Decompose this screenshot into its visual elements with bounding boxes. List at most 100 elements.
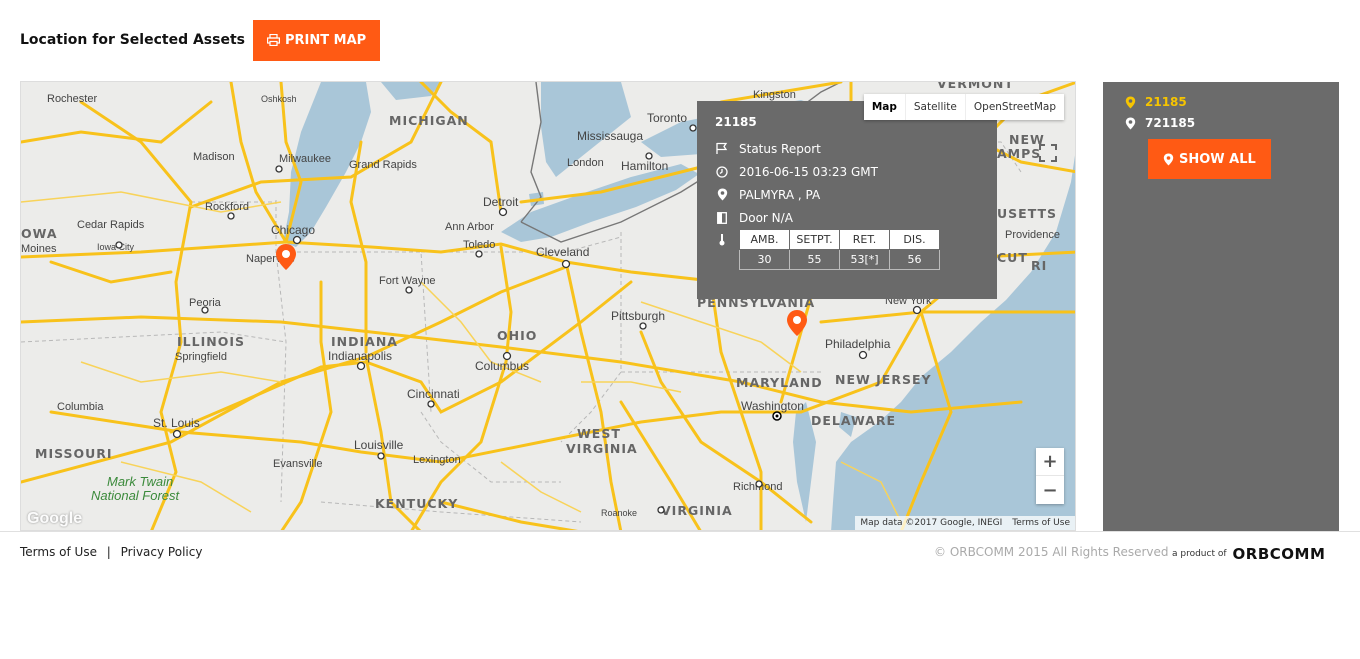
label-chicago: Chicago bbox=[271, 223, 315, 237]
label-rockford: Rockford bbox=[205, 201, 249, 213]
label-louisville: Louisville bbox=[354, 438, 404, 452]
washington-capital-dot bbox=[775, 414, 779, 418]
popup-event-row: Status Report bbox=[715, 137, 979, 160]
label-philadelphia: Philadelphia bbox=[825, 337, 891, 351]
terms-of-use-link[interactable]: Terms of Use bbox=[20, 545, 97, 559]
map-canvas[interactable]: Rochester Oshkosh Madison Milwaukee Gran… bbox=[20, 81, 1076, 531]
temperature-table: AMB. SETPT. RET. DIS. 30 55 53[*] 56 bbox=[739, 229, 940, 270]
label-maryland: MARYLAND bbox=[736, 375, 823, 390]
asset-item-21185[interactable]: 21185 bbox=[1125, 95, 1187, 109]
location-pin-icon bbox=[715, 188, 729, 201]
label-cincinnati: Cincinnati bbox=[407, 387, 460, 401]
popup-location: PALMYRA , PA bbox=[739, 187, 821, 202]
label-ann-arbor: Ann Arbor bbox=[445, 221, 494, 233]
asset-sidebar: 21185 721185 SHOW ALL bbox=[1103, 82, 1339, 531]
label-roanoke: Roanoke bbox=[601, 508, 637, 518]
door-icon bbox=[715, 211, 729, 224]
label-cedar-rapids: Cedar Rapids bbox=[77, 219, 145, 231]
label-ohio: OHIO bbox=[497, 328, 537, 343]
footer-links: Terms of Use | Privacy Policy bbox=[20, 545, 208, 559]
amb-header: AMB. bbox=[739, 229, 790, 250]
label-london: London bbox=[567, 157, 604, 169]
asset-marker-721185[interactable] bbox=[276, 244, 296, 270]
label-indianapolis: Indianapolis bbox=[328, 349, 392, 363]
ret-header: RET. bbox=[839, 229, 890, 250]
clock-icon bbox=[715, 165, 729, 178]
temperature-value-row: 30 55 53[*] 56 bbox=[739, 249, 940, 270]
map-type-openstreetmap[interactable]: OpenStreetMap bbox=[964, 94, 1064, 120]
label-kingston: Kingston bbox=[753, 89, 796, 101]
label-washington: Washington bbox=[741, 399, 804, 413]
dis-header: DIS. bbox=[889, 229, 940, 250]
label-mississauga: Mississauga bbox=[577, 129, 643, 143]
label-lexington: Lexington bbox=[413, 454, 461, 466]
setpt-value: 55 bbox=[789, 249, 840, 270]
location-pin-icon bbox=[1163, 153, 1174, 165]
map-attribution: Map data ©2017 Google, INEGI Terms of Us… bbox=[855, 516, 1075, 530]
label-springfield: Springfield bbox=[175, 351, 227, 363]
label-vermont: VERMONT bbox=[937, 82, 1014, 91]
label-new-jersey: NEW JERSEY bbox=[835, 372, 932, 387]
page-footer: Terms of Use | Privacy Policy © ORBCOMM … bbox=[0, 531, 1360, 571]
show-all-button[interactable]: SHOW ALL bbox=[1148, 139, 1271, 179]
show-all-label: SHOW ALL bbox=[1179, 151, 1256, 167]
amb-value: 30 bbox=[739, 249, 790, 270]
popup-timestamp: 2016-06-15 03:23 GMT bbox=[739, 164, 878, 179]
ret-value: 53[*] bbox=[839, 249, 890, 270]
fullscreen-icon[interactable] bbox=[1037, 142, 1059, 164]
printer-icon bbox=[267, 34, 280, 46]
label-toledo: Toledo bbox=[463, 239, 495, 251]
product-of-label: a product of bbox=[1172, 549, 1227, 559]
popup-temp-row: AMB. SETPT. RET. DIS. 30 55 53[*] 56 bbox=[715, 229, 979, 270]
zoom-control: + − bbox=[1036, 448, 1064, 504]
popup-door: Door N/A bbox=[739, 210, 793, 225]
map-terms-link[interactable]: Terms of Use bbox=[1007, 518, 1075, 528]
label-columbus: Columbus bbox=[475, 359, 529, 373]
label-milwaukee: Milwaukee bbox=[279, 153, 331, 165]
privacy-policy-link[interactable]: Privacy Policy bbox=[121, 545, 203, 559]
popup-location-row: PALMYRA , PA bbox=[715, 183, 979, 206]
print-map-button[interactable]: PRINT MAP bbox=[253, 19, 381, 61]
label-providence: Providence bbox=[1005, 229, 1060, 241]
label-columbia: Columbia bbox=[57, 401, 104, 413]
label-fort-wayne: Fort Wayne bbox=[379, 275, 435, 287]
asset-item-721185[interactable]: 721185 bbox=[1125, 116, 1195, 130]
label-delaware: DELAWARE bbox=[811, 413, 896, 428]
label-kentucky: KENTUCKY bbox=[375, 496, 458, 511]
label-pittsburgh: Pittsburgh bbox=[611, 309, 665, 323]
label-evansville: Evansville bbox=[273, 458, 323, 470]
footer-separator: | bbox=[106, 545, 111, 559]
setpt-header: SETPT. bbox=[789, 229, 840, 250]
label-virginia: VIRGINIA bbox=[661, 503, 733, 518]
asset-id-label: 21185 bbox=[1145, 95, 1187, 109]
google-logo[interactable]: Google bbox=[27, 510, 82, 528]
thermometer-icon bbox=[715, 233, 729, 246]
zoom-in-button[interactable]: + bbox=[1036, 448, 1064, 476]
label-oshkosh: Oshkosh bbox=[261, 94, 297, 104]
page-header: Location for Selected Assets PRINT MAP bbox=[20, 19, 381, 61]
label-toronto: Toronto bbox=[647, 111, 687, 125]
label-rhode-island: RI bbox=[1031, 258, 1047, 273]
label-mark-twain-1: Mark Twain bbox=[107, 474, 173, 489]
location-pin-icon bbox=[1125, 96, 1136, 108]
map-data-credit: Map data ©2017 Google, INEGI bbox=[860, 518, 1003, 528]
popup-door-row: Door N/A bbox=[715, 206, 979, 229]
map-type-map[interactable]: Map bbox=[864, 94, 905, 120]
asset-info-popup: 21185 Status Report 2016-06-15 03:23 GMT… bbox=[697, 101, 997, 299]
label-west-virginia-2: VIRGINIA bbox=[566, 441, 638, 456]
label-new-hampshire-2: AMPS bbox=[997, 146, 1041, 161]
label-west-virginia-1: WEST bbox=[577, 426, 621, 441]
label-madison: Madison bbox=[193, 151, 235, 163]
asset-id-label: 721185 bbox=[1145, 116, 1196, 130]
label-indiana: INDIANA bbox=[331, 334, 398, 349]
label-michigan: MICHIGAN bbox=[389, 113, 469, 128]
orbcomm-logo[interactable]: ORBCOMM bbox=[1233, 545, 1326, 563]
asset-marker-21185[interactable] bbox=[787, 310, 807, 336]
label-cleveland: Cleveland bbox=[536, 245, 589, 259]
map-type-satellite[interactable]: Satellite bbox=[904, 94, 965, 120]
zoom-out-button[interactable]: − bbox=[1036, 476, 1064, 504]
label-massachusetts: USETTS bbox=[997, 206, 1057, 221]
label-rochester: Rochester bbox=[47, 93, 97, 105]
popup-event: Status Report bbox=[739, 141, 821, 156]
park-labels: Mark Twain National Forest bbox=[91, 474, 181, 503]
